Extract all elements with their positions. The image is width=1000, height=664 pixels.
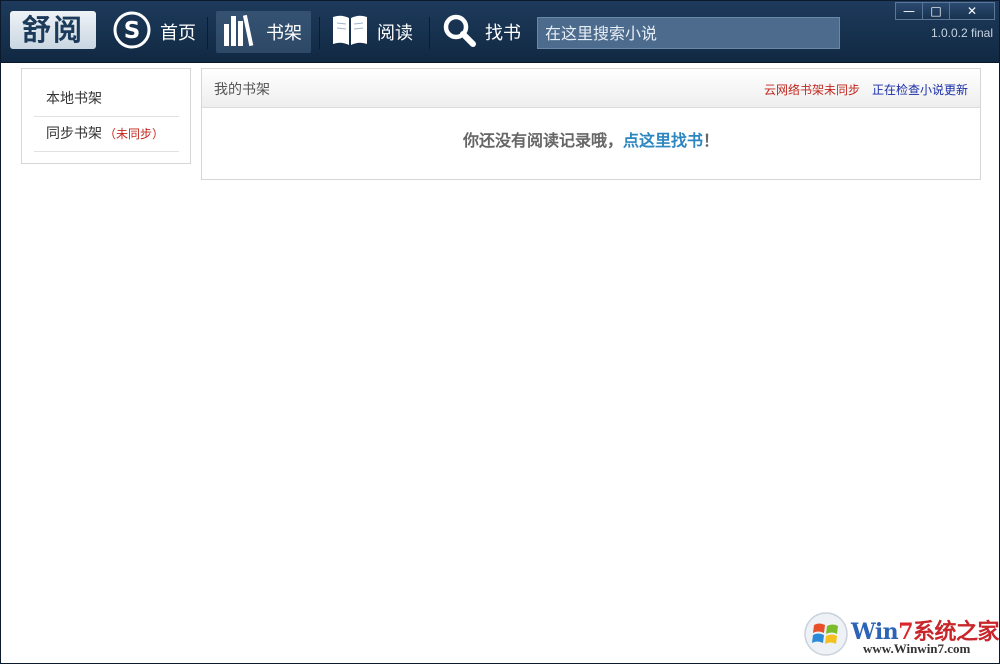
- app-window: 舒阅 S 首页 书架 阅读 找书 在这里搜索小说 — □ ✕ 1.0.0.2 f…: [0, 0, 1000, 664]
- find-books-link[interactable]: 点这里找书: [623, 131, 703, 150]
- version-label: 1.0.0.2 final: [930, 26, 993, 40]
- nav-shelf-label: 书架: [266, 23, 302, 44]
- sidebar-item-sync-shelf[interactable]: 同步书架 （未同步）: [34, 117, 179, 152]
- nav-find[interactable]: 找书: [441, 11, 526, 53]
- watermark-url: www.Winwin7.com: [863, 641, 971, 656]
- close-button[interactable]: ✕: [949, 2, 995, 20]
- minimize-button[interactable]: —: [895, 2, 923, 20]
- nav-read-label: 阅读: [377, 23, 413, 44]
- toolbar-divider: [207, 17, 208, 49]
- search-icon: [441, 12, 477, 53]
- nav-find-label: 找书: [485, 23, 521, 44]
- nav-read[interactable]: 阅读: [331, 11, 416, 53]
- panel-title: 我的书架: [214, 82, 270, 98]
- watermark: Win7系统之家 www.Winwin7.com: [801, 609, 1000, 661]
- toolbar-divider: [319, 17, 320, 49]
- sync-status-note: （未同步）: [104, 127, 165, 141]
- shelf-sidebar: 本地书架 同步书架 （未同步）: [21, 68, 191, 164]
- top-toolbar: 舒阅 S 首页 书架 阅读 找书 在这里搜索小说 — □ ✕ 1.0.0.2 f…: [1, 1, 999, 63]
- sidebar-item-label: 同步书架: [46, 126, 102, 142]
- empty-state-message: 你还没有阅读记录哦，点这里找书！: [202, 127, 980, 151]
- open-book-icon: [331, 12, 369, 53]
- sidebar-item-label: 本地书架: [46, 91, 102, 107]
- cloud-sync-status: 云网络书架未同步: [763, 83, 860, 97]
- windows-logo-icon: [803, 611, 849, 661]
- nav-home-label: 首页: [160, 23, 196, 44]
- update-check-link[interactable]: 正在检查小说更新: [872, 81, 968, 98]
- maximize-button[interactable]: □: [922, 2, 950, 20]
- bookshelf-panel: 我的书架 云网络书架未同步 正在检查小说更新 你还没有阅读记录哦，点这里找书！: [201, 68, 981, 180]
- toolbar-divider: [429, 17, 430, 49]
- nav-shelf[interactable]: 书架: [216, 11, 311, 53]
- s-circle-icon: S: [112, 10, 152, 55]
- books-icon: [222, 12, 258, 53]
- app-logo: 舒阅: [10, 11, 96, 49]
- empty-state-suffix: ！: [703, 131, 720, 150]
- window-controls: — □ ✕: [895, 2, 995, 20]
- search-input[interactable]: [537, 17, 840, 49]
- nav-home[interactable]: S 首页: [109, 11, 201, 53]
- sidebar-item-local-shelf[interactable]: 本地书架: [34, 82, 179, 117]
- svg-text:S: S: [124, 18, 141, 44]
- empty-state-text: 你还没有阅读记录哦，: [462, 131, 623, 150]
- panel-header: 我的书架 云网络书架未同步 正在检查小说更新: [202, 69, 980, 108]
